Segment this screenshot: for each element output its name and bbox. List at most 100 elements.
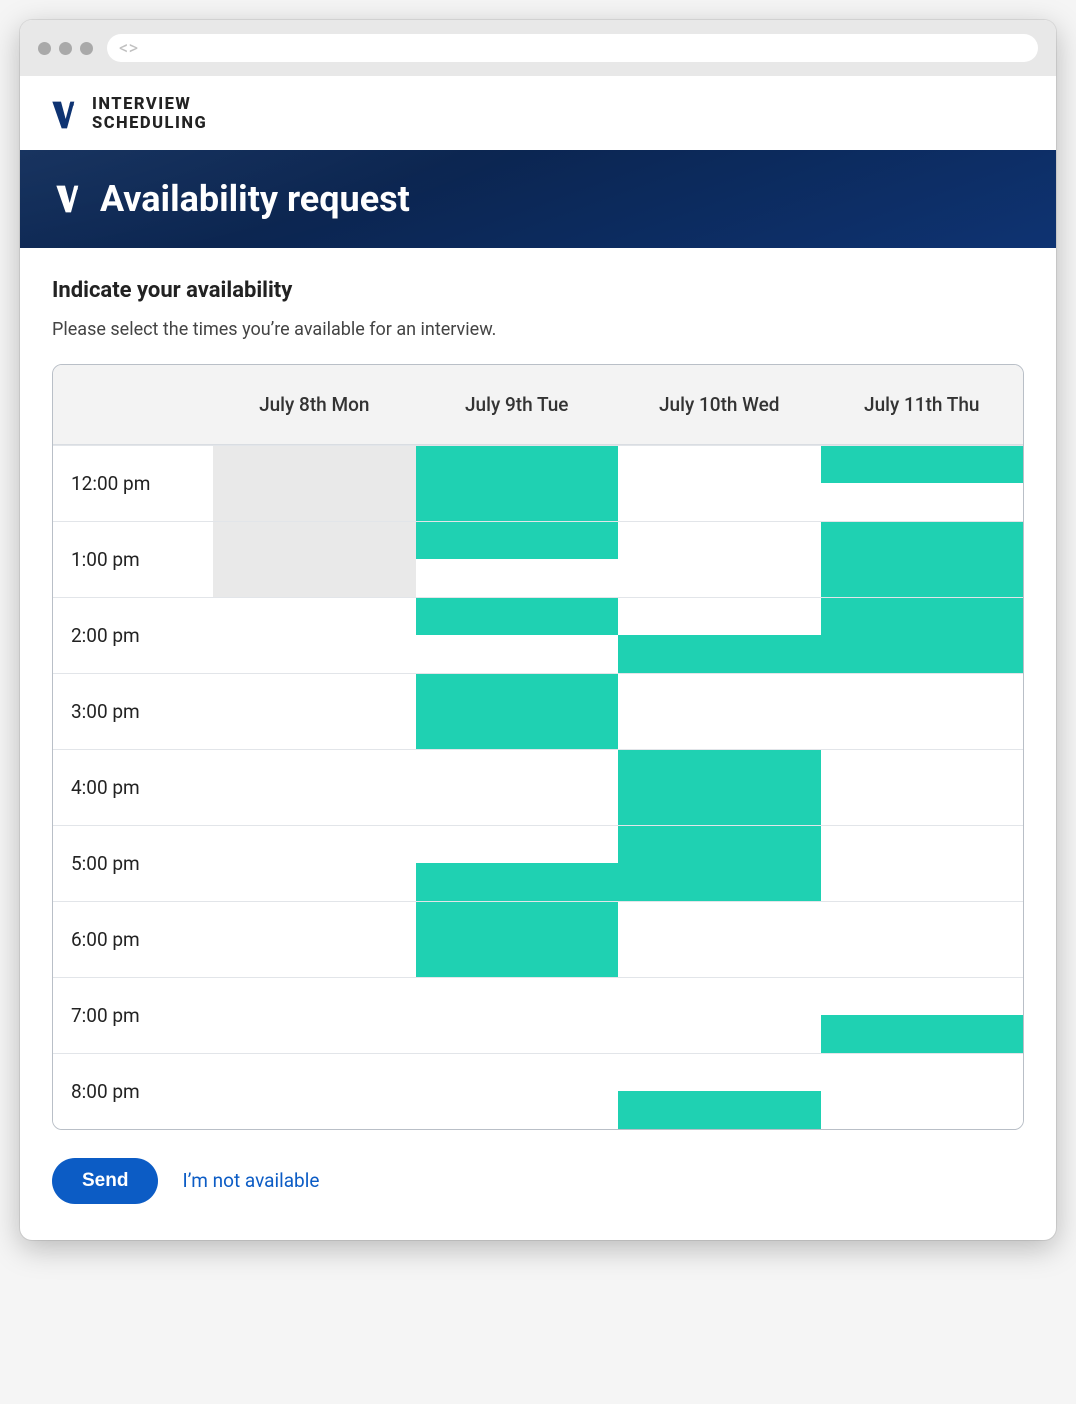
slot-half[interactable]: [416, 1054, 619, 1092]
slot-half[interactable]: [618, 1091, 821, 1129]
slot-half[interactable]: [213, 826, 416, 864]
slot-half[interactable]: [821, 1054, 1024, 1092]
slot-half[interactable]: [213, 598, 416, 636]
slot-half[interactable]: [618, 902, 821, 940]
logo-icon: [52, 182, 82, 216]
slot-half[interactable]: [416, 826, 619, 864]
slot-half[interactable]: [618, 559, 821, 597]
slot-half[interactable]: [416, 787, 619, 825]
slot-cell: [618, 825, 821, 901]
url-bar[interactable]: < >: [107, 34, 1038, 62]
slot-half[interactable]: [618, 826, 821, 864]
slot-half[interactable]: [416, 674, 619, 712]
slot-half[interactable]: [821, 446, 1024, 484]
slot-half[interactable]: [821, 1091, 1024, 1129]
slot-half[interactable]: [618, 978, 821, 1016]
slot-half[interactable]: [618, 939, 821, 977]
slot-half: [213, 446, 416, 484]
slot-half[interactable]: [618, 1054, 821, 1092]
slot-half[interactable]: [213, 978, 416, 1016]
slot-half[interactable]: [618, 787, 821, 825]
slot-half[interactable]: [821, 483, 1024, 521]
slot-half[interactable]: [821, 939, 1024, 977]
slot-half[interactable]: [416, 1015, 619, 1053]
slot-half[interactable]: [416, 522, 619, 560]
window-dot[interactable]: [80, 42, 93, 55]
slot-cell: [213, 673, 416, 749]
slot-cell: [213, 977, 416, 1053]
slot-half[interactable]: [213, 1091, 416, 1129]
slot-half[interactable]: [618, 711, 821, 749]
header-blank: [53, 365, 213, 445]
window-controls: [38, 42, 93, 55]
slot-half[interactable]: [213, 1015, 416, 1053]
slot-half[interactable]: [618, 483, 821, 521]
section-title: Indicate your availability: [52, 278, 1024, 303]
slot-half[interactable]: [618, 446, 821, 484]
slot-half[interactable]: [618, 674, 821, 712]
slot-half[interactable]: [821, 635, 1024, 673]
slot-half[interactable]: [618, 750, 821, 788]
slot-half[interactable]: [416, 446, 619, 484]
slot-half[interactable]: [416, 635, 619, 673]
slot-cell: [618, 445, 821, 521]
slot-cell: [821, 977, 1024, 1053]
section-description: Please select the times you’re available…: [52, 319, 1024, 340]
slot-half[interactable]: [618, 863, 821, 901]
slot-half[interactable]: [416, 1091, 619, 1129]
slot-half[interactable]: [821, 1015, 1024, 1053]
slot-cell: [213, 521, 416, 597]
slot-cell: [213, 597, 416, 673]
slot-half[interactable]: [416, 711, 619, 749]
slot-half[interactable]: [618, 635, 821, 673]
send-button[interactable]: Send: [52, 1158, 158, 1204]
slot-half[interactable]: [416, 598, 619, 636]
slot-half[interactable]: [213, 674, 416, 712]
slot-cell: [618, 1053, 821, 1129]
slot-half[interactable]: [213, 902, 416, 940]
slot-cell: [416, 1053, 619, 1129]
slot-half[interactable]: [821, 826, 1024, 864]
slot-half[interactable]: [416, 939, 619, 977]
slot-half[interactable]: [416, 863, 619, 901]
slot-half[interactable]: [821, 750, 1024, 788]
slot-half[interactable]: [213, 787, 416, 825]
slot-half[interactable]: [213, 711, 416, 749]
window-dot[interactable]: [38, 42, 51, 55]
browser-frame: < > INTERVIEW SCHEDULING Availability re…: [20, 20, 1056, 1240]
slot-half[interactable]: [213, 750, 416, 788]
slot-cell: [821, 825, 1024, 901]
slot-half[interactable]: [821, 674, 1024, 712]
not-available-link[interactable]: I’m not available: [182, 1169, 319, 1192]
slot-half[interactable]: [821, 902, 1024, 940]
slot-half[interactable]: [821, 598, 1024, 636]
slot-half[interactable]: [416, 902, 619, 940]
day-header: July 11th Thu: [821, 365, 1024, 445]
hero-title: Availability request: [100, 178, 410, 220]
slot-cell: [618, 521, 821, 597]
slot-half[interactable]: [213, 939, 416, 977]
time-label: 1:00 pm: [53, 521, 213, 597]
window-dot[interactable]: [59, 42, 72, 55]
slot-half[interactable]: [416, 978, 619, 1016]
slot-cell: [821, 1053, 1024, 1129]
slot-half[interactable]: [821, 863, 1024, 901]
slot-half[interactable]: [821, 711, 1024, 749]
slot-half: [213, 483, 416, 521]
slot-half[interactable]: [416, 483, 619, 521]
slot-half[interactable]: [821, 522, 1024, 560]
slot-half[interactable]: [821, 559, 1024, 597]
slot-cell: [821, 445, 1024, 521]
slot-half[interactable]: [213, 1054, 416, 1092]
slot-cell: [213, 825, 416, 901]
slot-half[interactable]: [213, 863, 416, 901]
slot-half[interactable]: [416, 559, 619, 597]
slot-half[interactable]: [213, 635, 416, 673]
slot-half[interactable]: [618, 598, 821, 636]
slot-half[interactable]: [416, 750, 619, 788]
slot-half[interactable]: [618, 522, 821, 560]
slot-cell: [618, 673, 821, 749]
slot-half[interactable]: [821, 787, 1024, 825]
slot-half[interactable]: [618, 1015, 821, 1053]
slot-half[interactable]: [821, 978, 1024, 1016]
